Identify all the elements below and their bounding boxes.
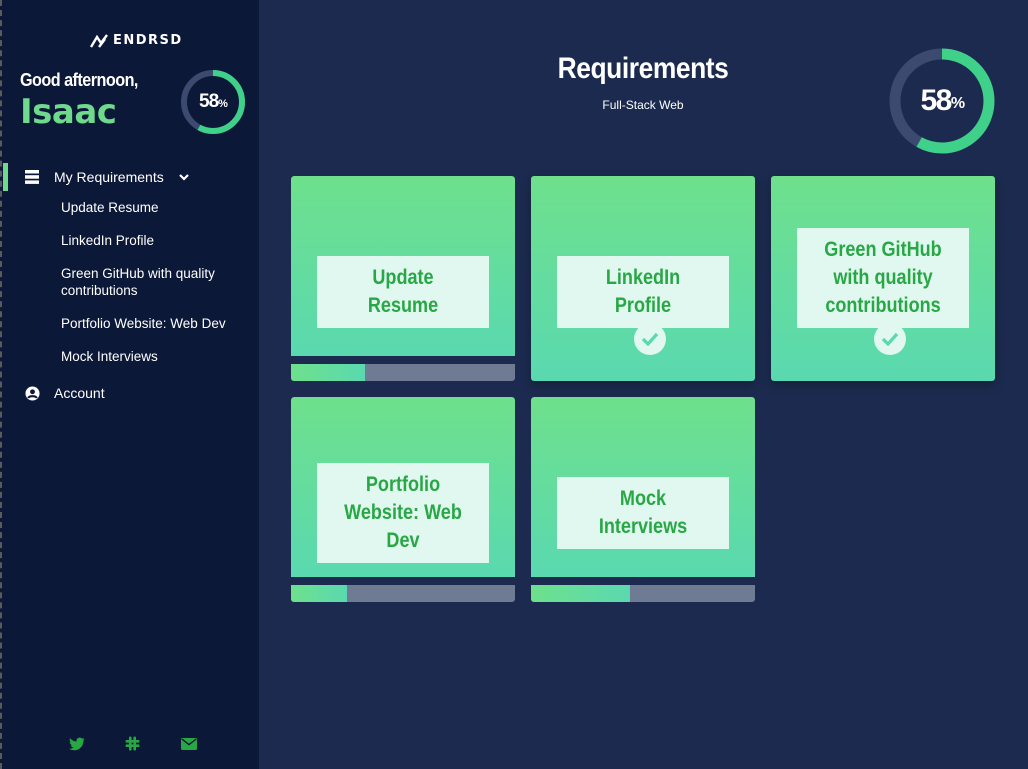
progress-percent: 58%: [199, 91, 228, 112]
card-title: Portfolio Website: Web Dev: [317, 463, 489, 563]
sidebar-subitem-portfolio-website[interactable]: Portfolio Website: Web Dev: [61, 315, 241, 332]
sidebar-item-label: My Requirements: [54, 169, 164, 185]
check-circle-icon: [874, 323, 906, 355]
requirements-sublist: Update Resume LinkedIn Profile Green Git…: [2, 193, 261, 365]
requirement-card-update-resume[interactable]: Update Resume: [291, 176, 515, 381]
twitter-icon[interactable]: [68, 735, 85, 752]
overall-progress-ring-small: 58%: [180, 69, 246, 135]
card-title: LinkedIn Profile: [557, 256, 729, 328]
requirement-card-portfolio-website[interactable]: Portfolio Website: Web Dev: [291, 397, 515, 602]
sidebar-nav: My Requirements Update Resume LinkedIn P…: [2, 161, 261, 409]
requirement-card-green-github[interactable]: Green GitHub with quality contributions: [771, 176, 995, 381]
card-progress-bar: [531, 585, 755, 602]
card-title: Mock Interviews: [557, 477, 729, 549]
sidebar-item-label: Account: [54, 385, 105, 401]
chevron-down-icon[interactable]: [178, 171, 190, 183]
sidebar-item-my-requirements[interactable]: My Requirements: [2, 161, 261, 193]
slack-icon[interactable]: [124, 735, 141, 752]
brand-mark-icon: [90, 33, 108, 48]
page-subtitle: Full-Stack Web: [602, 98, 684, 112]
card-title: Update Resume: [317, 256, 489, 328]
requirement-card-linkedin-profile[interactable]: LinkedIn Profile: [531, 176, 755, 381]
card-progress-fill: [291, 364, 365, 381]
list-icon: [24, 169, 40, 185]
brand-name: ENDRSD: [113, 33, 183, 48]
social-links: [68, 735, 197, 752]
check-circle-icon: [634, 323, 666, 355]
sidebar-item-account[interactable]: Account: [2, 377, 261, 409]
card-progress-fill: [291, 585, 347, 602]
progress-percent: 58%: [920, 84, 965, 117]
greeting-text: Good afternoon,: [20, 70, 138, 90]
overall-progress-ring: 58%: [888, 47, 996, 155]
brand-logo[interactable]: ENDRSD: [90, 33, 183, 48]
mail-icon[interactable]: [180, 735, 197, 752]
sidebar-subitem-green-github[interactable]: Green GitHub with quality contributions: [61, 265, 241, 299]
sidebar-subitem-linkedin-profile[interactable]: LinkedIn Profile: [61, 232, 241, 249]
card-progress-fill: [531, 585, 630, 602]
card-progress-bar: [291, 585, 515, 602]
user-circle-icon: [24, 385, 40, 401]
card-title: Green GitHub with quality contributions: [797, 228, 969, 328]
sidebar-subitem-mock-interviews[interactable]: Mock Interviews: [61, 348, 241, 365]
user-name: Isaac: [20, 92, 117, 132]
requirement-card-mock-interviews[interactable]: Mock Interviews: [531, 397, 755, 602]
card-progress-bar: [291, 364, 515, 381]
app-root: ENDRSD Good afternoon, Isaac 58% My Requ…: [0, 0, 1028, 769]
sidebar: ENDRSD Good afternoon, Isaac 58% My Requ…: [0, 0, 259, 769]
page-title: Requirements: [557, 52, 729, 85]
sidebar-subitem-update-resume[interactable]: Update Resume: [61, 199, 241, 216]
